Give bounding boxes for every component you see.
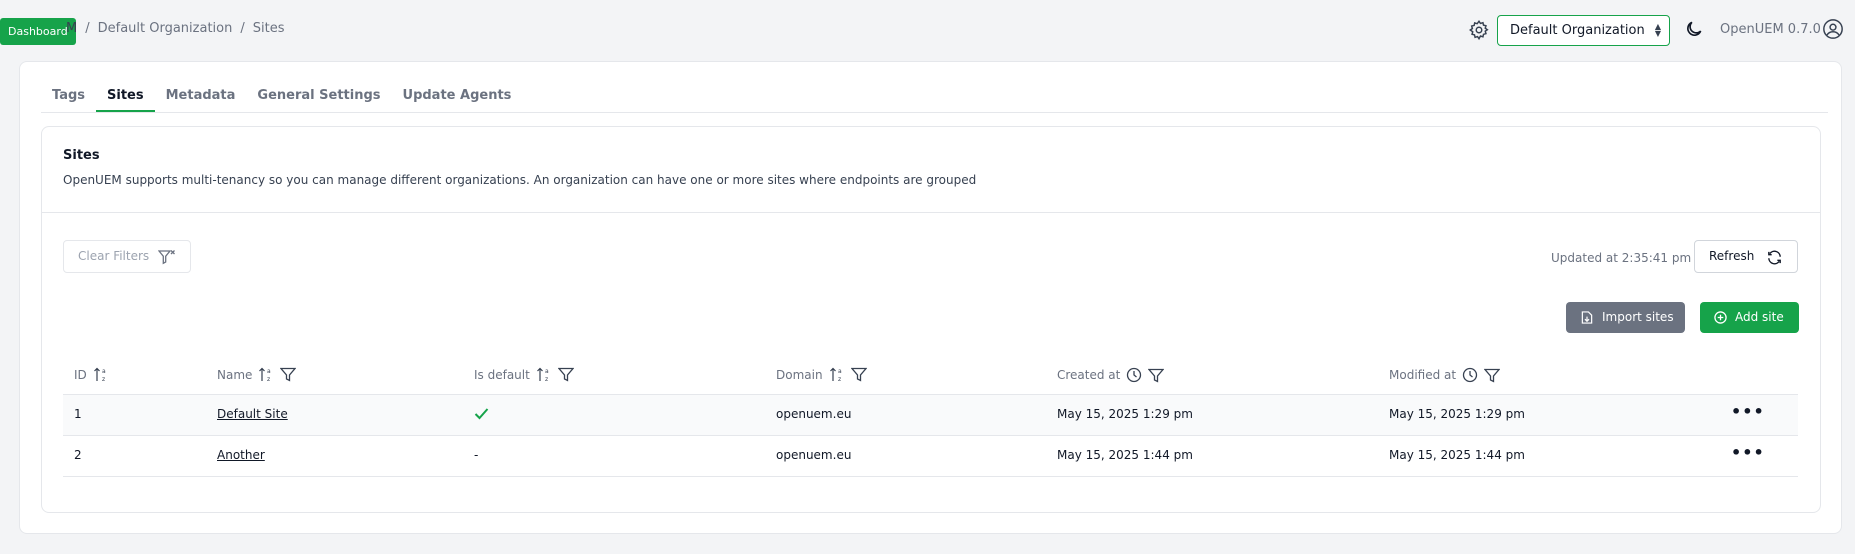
tab-metadata[interactable]: Metadata [155, 88, 247, 112]
tab-tags[interactable]: Tags [41, 88, 96, 112]
cell-is-default: - [474, 448, 479, 462]
plus-circle-icon [1714, 311, 1727, 324]
clock-sort-icon[interactable] [1126, 367, 1142, 383]
sites-panel: Sites OpenUEM supports multi-tenancy so … [41, 126, 1821, 513]
table-row: 1 Default Site openuem.eu May 15, 2025 1… [63, 395, 1798, 436]
svg-text:a: a [838, 368, 842, 375]
column-header-domain: Domain a z [776, 367, 867, 382]
add-site-button[interactable]: Add site [1700, 302, 1799, 333]
tab-update-agents[interactable]: Update Agents [392, 88, 523, 112]
column-header-modified-at: Modified at [1389, 367, 1501, 383]
cell-domain: openuem.eu [776, 448, 852, 462]
top-bar: Dashboard M / Default Organization / Sit… [0, 0, 1855, 60]
refresh-button[interactable]: Refresh [1694, 240, 1798, 273]
cell-is-default [474, 407, 489, 423]
column-label: Modified at [1389, 368, 1457, 382]
filter-icon[interactable] [850, 367, 867, 382]
sites-panel-header: Sites OpenUEM supports multi-tenancy so … [42, 127, 1820, 213]
column-label: Domain [776, 367, 823, 382]
sort-icon[interactable]: a z [258, 367, 274, 382]
cell-id: 1 [74, 407, 82, 421]
tab-sites[interactable]: Sites [96, 88, 155, 112]
dashboard-badge[interactable]: Dashboard [0, 18, 76, 45]
column-label: ID [74, 367, 87, 382]
refresh-icon [1768, 250, 1781, 265]
sort-icon[interactable]: a z [829, 367, 845, 382]
breadcrumb-current: Sites [252, 21, 285, 36]
cell-created-at: May 15, 2025 1:44 pm [1057, 448, 1193, 462]
gear-icon[interactable] [1468, 19, 1490, 41]
column-label: Is default [474, 367, 530, 382]
svg-text:a: a [267, 368, 271, 375]
sites-table: ID a z Name a z Is default a z Domain a … [63, 353, 1798, 477]
column-header-created-at: Created at [1057, 367, 1165, 383]
clock-sort-icon[interactable] [1462, 367, 1478, 383]
cell-domain: openuem.eu [776, 407, 852, 421]
updated-timestamp: Updated at 2:35:41 pm [1551, 251, 1692, 265]
settings-card: Tags Sites Metadata General Settings Upd… [19, 61, 1842, 534]
app-version: OpenUEM 0.7.0 [1720, 22, 1821, 37]
filter-icon[interactable] [280, 367, 297, 382]
filter-icon[interactable] [557, 367, 574, 382]
column-header-id: ID a z [74, 367, 109, 383]
section-title: Sites [63, 148, 100, 163]
settings-tabs: Tags Sites Metadata General Settings Upd… [41, 88, 522, 112]
table-header: ID a z Name a z Is default a z Domain a … [63, 353, 1798, 395]
column-label: Name [217, 367, 253, 382]
clear-filters-button[interactable]: Clear Filters [63, 240, 191, 273]
breadcrumb-organization[interactable]: Default Organization [98, 21, 233, 36]
row-actions-menu-icon[interactable]: ••• [1731, 404, 1765, 420]
svg-text:z: z [838, 376, 841, 382]
breadcrumb: M / Default Organization / Sites [66, 21, 284, 36]
table-row: 2 Another - openuem.eu May 15, 2025 1:44… [63, 436, 1798, 477]
svg-text:a: a [545, 368, 549, 375]
breadcrumb-separator: / [85, 21, 90, 36]
clear-filters-label: Clear Filters [78, 249, 150, 263]
cell-created-at: May 15, 2025 1:29 pm [1057, 407, 1193, 421]
import-sites-button[interactable]: Import sites [1566, 302, 1685, 333]
filter-clear-icon [158, 250, 175, 265]
breadcrumb-separator: / [240, 21, 245, 36]
column-header-is-default: Is default a z [474, 367, 574, 382]
cell-modified-at: May 15, 2025 1:29 pm [1389, 407, 1525, 421]
row-actions-menu-icon[interactable]: ••• [1731, 445, 1765, 461]
svg-text:z: z [102, 376, 105, 382]
add-site-label: Add site [1735, 310, 1784, 324]
breadcrumb-home[interactable]: M [66, 21, 77, 36]
cell-id: 2 [74, 448, 82, 462]
cell-modified-at: May 15, 2025 1:44 pm [1389, 448, 1525, 462]
check-icon [474, 408, 489, 420]
tab-general-settings[interactable]: General Settings [246, 88, 391, 112]
user-avatar-icon[interactable] [1822, 18, 1844, 40]
filter-icon[interactable] [1484, 368, 1501, 383]
refresh-label: Refresh [1709, 249, 1755, 263]
site-name-link[interactable]: Default Site [217, 407, 288, 421]
organization-select-value: Default Organization [1510, 23, 1645, 38]
dark-mode-moon-icon[interactable] [1684, 19, 1704, 39]
import-sites-label: Import sites [1602, 310, 1674, 324]
select-arrows-icon: ▲ ▼ [1654, 22, 1661, 38]
column-label: Created at [1057, 368, 1121, 382]
organization-select[interactable]: Default Organization ▲ ▼ [1497, 15, 1670, 46]
tabs-divider [41, 112, 1828, 113]
svg-text:a: a [102, 368, 106, 375]
sort-icon[interactable]: a z [93, 367, 109, 382]
file-import-icon [1581, 311, 1593, 324]
section-description: OpenUEM supports multi-tenancy so you ca… [63, 173, 977, 187]
sort-icon[interactable]: a z [536, 367, 552, 382]
filter-icon[interactable] [1148, 368, 1165, 383]
svg-text:z: z [545, 376, 548, 382]
site-name-link[interactable]: Another [217, 448, 265, 462]
column-header-name: Name a z [217, 367, 297, 382]
svg-text:z: z [267, 376, 270, 382]
